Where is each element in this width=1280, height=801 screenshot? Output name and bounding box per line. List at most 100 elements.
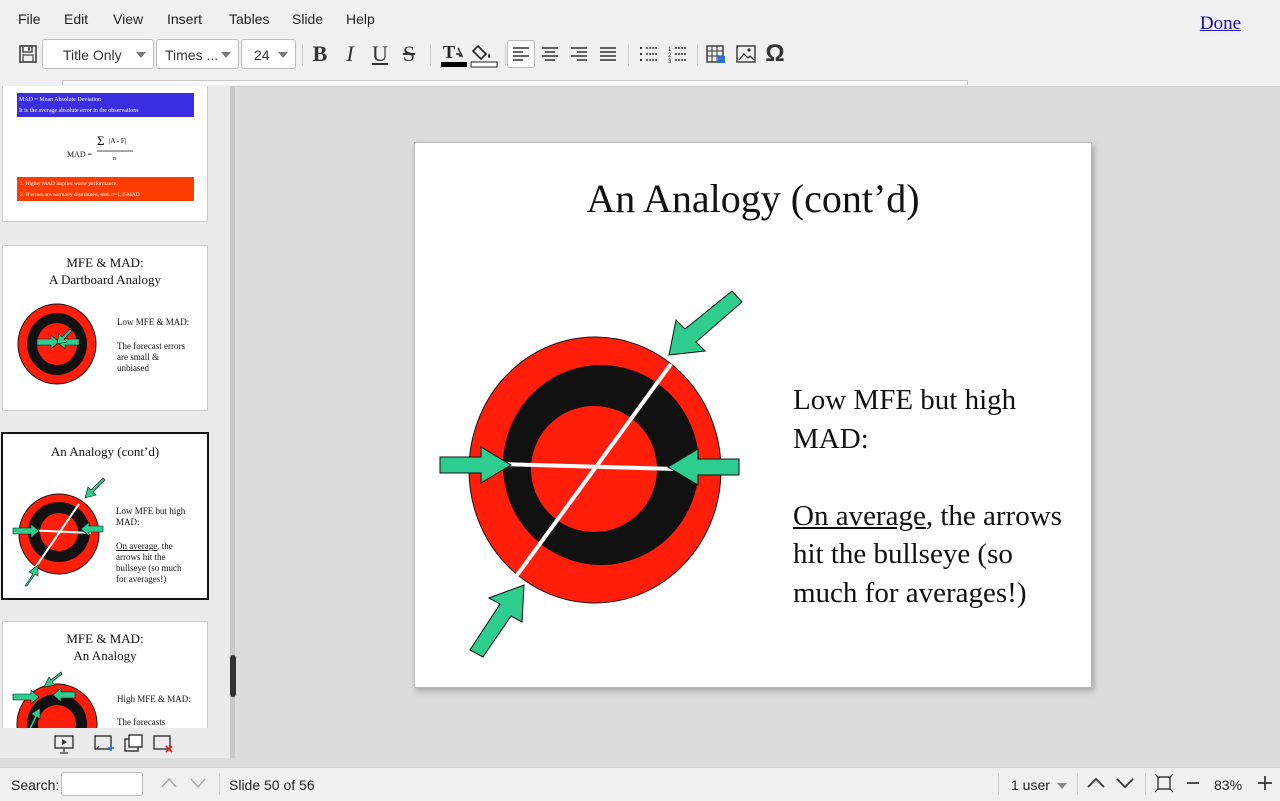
dartboard-graphic <box>17 303 97 385</box>
font-select[interactable]: Times ... <box>156 39 239 69</box>
toolbar-divider <box>302 44 303 66</box>
splitter-grip[interactable] <box>230 655 236 697</box>
slide-canvas[interactable]: An Analogy (cont’d) Low MFE but high MAD… <box>414 142 1092 688</box>
font-select-value: Times ... <box>165 47 219 63</box>
chevron-down-icon <box>136 52 146 58</box>
chevron-down-icon <box>221 52 231 58</box>
formula-text: MAD = <box>67 150 93 159</box>
next-slide-icon[interactable] <box>1115 776 1135 793</box>
status-divider <box>1077 773 1078 795</box>
status-bar: Search: Slide 50 of 56 1 user 83% <box>0 767 1280 801</box>
slide-panel[interactable]: MAD = Mean Absolute Deviation It is the … <box>0 86 230 728</box>
thumb-text: 2. If errors are normally distributed, t… <box>20 192 140 198</box>
italic-button[interactable]: I <box>336 40 364 68</box>
font-size-value: 24 <box>254 47 270 63</box>
toolbar-divider <box>505 44 506 66</box>
formula-graphic: Σ |A - F| n <box>97 133 133 162</box>
special-character-button[interactable]: Ω <box>761 40 789 68</box>
new-slide-icon[interactable] <box>93 733 115 760</box>
menu-help[interactable]: Help <box>346 11 375 27</box>
slide-text-line: Low MFE but high MAD: <box>793 384 1017 455</box>
users-count[interactable]: 1 user <box>1011 777 1050 793</box>
thumb-title: An Analogy (cont’d) <box>50 444 160 459</box>
underline-button[interactable]: U <box>366 40 394 68</box>
orange-text-box: 1. Higher MAD implies worse performance.… <box>17 177 194 201</box>
menu-insert[interactable]: Insert <box>167 11 202 27</box>
menu-tables[interactable]: Tables <box>229 11 269 27</box>
search-down-icon[interactable] <box>189 776 207 793</box>
svg-text:3: 3 <box>668 59 672 63</box>
thumb-title: MFE & MAD: <box>66 255 144 270</box>
slide-thumbnail-51[interactable]: MFE & MAD: An Analogy High MFE & MAD: Th… <box>2 621 208 728</box>
font-size-select[interactable]: 24 <box>241 39 296 69</box>
toolbar-divider <box>430 44 431 66</box>
menu-bar: File Edit View Insert Tables Slide Help … <box>0 0 1280 38</box>
insert-image-icon[interactable] <box>732 40 760 68</box>
thumb-text: On average, the arrows hit the bullseye … <box>116 541 190 585</box>
chevron-down-icon[interactable] <box>1057 783 1067 789</box>
menu-slide[interactable]: Slide <box>292 11 323 27</box>
align-right-button[interactable] <box>565 40 593 68</box>
slide-thumbnail-49[interactable]: MAD = Mean Absolute Deviation It is the … <box>2 86 208 222</box>
duplicate-slide-icon[interactable] <box>123 733 145 760</box>
svg-text:n: n <box>113 156 116 162</box>
toolbar-divider <box>697 44 698 66</box>
slide-thumbnail-48[interactable]: MFE & MAD: A Dartboard Analogy Low MFE &… <box>2 245 208 411</box>
svg-text:T: T <box>443 42 455 62</box>
search-up-icon[interactable] <box>160 776 178 793</box>
chevron-down-icon <box>278 52 288 58</box>
slide-text-line: On average, the arrows hit the bullseye … <box>793 497 1073 613</box>
menu-file[interactable]: File <box>18 11 41 27</box>
save-icon[interactable] <box>14 40 42 68</box>
insert-table-icon[interactable] <box>702 40 730 68</box>
search-label: Search: <box>11 777 60 793</box>
zoom-in-icon[interactable] <box>1256 774 1274 795</box>
thumb-text: The forecast errors are small & unbiased <box>117 341 185 373</box>
status-divider <box>998 773 999 795</box>
slide-body-text[interactable]: Low MFE but high MAD: On average, the ar… <box>793 381 1073 612</box>
blue-text-box: MAD = Mean Absolute Deviation It is the … <box>17 93 194 117</box>
bullet-list-icon[interactable] <box>634 40 662 68</box>
numbered-list-icon[interactable]: 123 <box>663 40 691 68</box>
fit-to-window-icon[interactable] <box>1154 773 1174 796</box>
menu-view[interactable]: View <box>113 11 143 27</box>
toolbar: Title Only Times ... 24 B I U S T 123 Ω <box>0 38 1280 87</box>
layout-select[interactable]: Title Only <box>42 39 154 69</box>
toolbar-divider <box>628 44 629 66</box>
thumb-text: Low MFE but high MAD: <box>116 506 186 527</box>
slide-text-underlined: On average <box>793 499 926 532</box>
status-divider <box>1145 773 1146 795</box>
thumb-text: The forecasts <box>117 717 166 727</box>
previous-slide-icon[interactable] <box>1086 776 1106 793</box>
thumb-title: A Dartboard Analogy <box>49 272 161 287</box>
align-justify-button[interactable] <box>594 40 622 68</box>
thumb-text-underlined: On average <box>116 541 158 551</box>
svg-text:|A - F|: |A - F| <box>109 137 126 145</box>
slide-indicator: Slide 50 of 56 <box>229 777 315 793</box>
delete-slide-icon[interactable] <box>152 733 174 760</box>
strikethrough-button[interactable]: S <box>395 40 423 68</box>
done-link[interactable]: Done <box>1200 13 1241 35</box>
slide-panel-footer <box>0 728 230 758</box>
thumb-title: MFE & MAD: <box>66 631 144 646</box>
menu-edit[interactable]: Edit <box>64 11 88 27</box>
dartboard-graphic <box>12 671 98 728</box>
toolbar-ruler <box>62 80 968 85</box>
thumb-title: An Analogy <box>73 648 137 663</box>
svg-text:Σ: Σ <box>97 133 105 148</box>
fill-color-icon[interactable] <box>470 40 498 68</box>
slide-text-spacer <box>793 458 1073 497</box>
slide-thumbnail-50[interactable]: An Analogy (cont’d) Low MFE but high MAD… <box>1 432 209 600</box>
present-icon[interactable] <box>53 733 75 760</box>
thumb-text: It is the average absolute error in the … <box>19 108 139 114</box>
search-input[interactable] <box>61 772 143 796</box>
thumb-text: Low MFE & MAD: <box>117 317 190 327</box>
bold-button[interactable]: B <box>306 40 334 68</box>
zoom-out-icon[interactable] <box>1185 776 1201 793</box>
thumb-text: High MFE & MAD: <box>117 694 191 704</box>
align-left-button[interactable] <box>507 40 535 68</box>
status-divider <box>219 773 220 795</box>
align-center-button[interactable] <box>536 40 564 68</box>
text-color-icon[interactable]: T <box>440 40 468 68</box>
dartboard-graphic <box>12 477 106 587</box>
